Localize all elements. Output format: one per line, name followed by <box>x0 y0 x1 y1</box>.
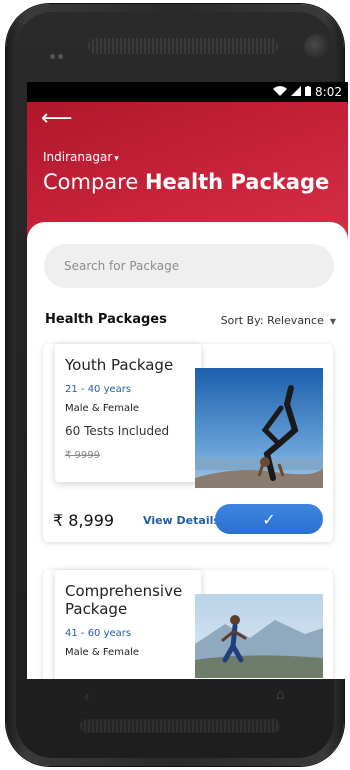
title-light: Compare <box>43 170 139 194</box>
select-package-button[interactable]: ✓ <box>215 504 323 534</box>
chevron-down-icon: ▼ <box>329 317 336 326</box>
view-details-link[interactable]: View Details <box>143 514 220 527</box>
package-photo-yoga <box>195 368 323 488</box>
page-header: ⟵ Indiranagar ▾ Compare Health Package <box>27 102 348 242</box>
front-camera <box>304 34 330 60</box>
sort-label: Sort By: Relevance <box>220 314 324 327</box>
app-screen: 8:02 ⟵ Indiranagar ▾ Compare Health Packa… <box>27 82 348 679</box>
sort-dropdown[interactable]: Sort By: Relevance ▼ <box>221 314 336 327</box>
signal-icon <box>291 85 302 99</box>
package-price: ₹ 8,999 <box>53 511 115 530</box>
back-arrow-icon[interactable]: ⟵ <box>41 106 73 131</box>
section-title: Health Packages <box>45 312 167 327</box>
package-info: Youth Package 21 - 40 years Male & Femal… <box>55 344 201 482</box>
package-card: Comprehensive Package 41 - 60 years Male… <box>43 570 333 679</box>
page-title: Compare Health Package <box>43 170 329 194</box>
sensor-dots <box>50 44 70 59</box>
package-photo-runner <box>195 594 323 678</box>
check-icon: ✓ <box>262 509 276 529</box>
nav-back-icon[interactable]: ‹ <box>84 689 90 705</box>
package-card: Youth Package 21 - 40 years Male & Femal… <box>43 344 333 542</box>
package-gender: Male & Female <box>65 403 139 414</box>
earpiece-speaker <box>88 38 278 54</box>
title-bold: Health Package <box>144 170 330 194</box>
location-label: Indiranagar <box>43 150 113 164</box>
location-selector[interactable]: Indiranagar ▾ <box>43 150 119 164</box>
package-old-price: ₹ 9999 <box>65 450 100 461</box>
chevron-down-icon: ▾ <box>114 154 119 164</box>
search-input[interactable]: Search for Package <box>44 244 334 288</box>
hardware-nav: ‹ ⌂ <box>0 679 350 769</box>
package-age-range: 41 - 60 years <box>65 628 132 639</box>
package-name: Youth Package <box>65 356 174 374</box>
package-info: Comprehensive Package 41 - 60 years Male… <box>55 570 201 679</box>
battery-icon <box>305 85 312 99</box>
status-time: 8:02 <box>315 85 342 99</box>
package-age-range: 21 - 40 years <box>65 384 132 395</box>
bottom-speaker <box>80 719 280 733</box>
package-tests: 60 Tests Included <box>65 424 170 438</box>
nav-home-icon[interactable]: ⌂ <box>276 687 285 703</box>
wifi-icon <box>273 85 288 99</box>
package-name: Comprehensive Package <box>65 582 183 618</box>
status-bar: 8:02 <box>27 82 348 102</box>
package-gender: Male & Female <box>65 647 139 658</box>
content-sheet: Search for Package Health Packages Sort … <box>27 222 348 679</box>
